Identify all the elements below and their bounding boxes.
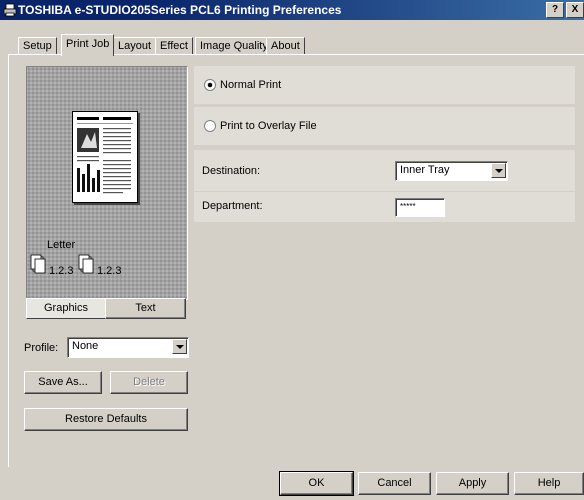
help-button[interactable]: Help	[514, 472, 584, 495]
normal-print-label[interactable]: Normal Print	[220, 79, 281, 91]
tab-setup[interactable]: Setup	[18, 37, 57, 55]
tab-image-quality[interactable]: Image Quality	[195, 37, 273, 55]
collate-icon-2	[77, 253, 99, 278]
destination-value: Inner Tray	[400, 164, 450, 176]
delete-button[interactable]: Delete	[110, 371, 188, 394]
printer-icon	[3, 3, 17, 17]
destination-label: Destination:	[202, 165, 261, 177]
cancel-button[interactable]: Cancel	[358, 472, 431, 495]
graphics-view-button[interactable]: Graphics	[26, 298, 106, 319]
tab-effect[interactable]: Effect	[155, 37, 193, 55]
print-to-overlay-radio[interactable]	[204, 120, 216, 132]
paper-size-label: Letter	[47, 239, 76, 251]
chevron-down-icon[interactable]	[491, 163, 506, 178]
print-to-overlay-label[interactable]: Print to Overlay File	[220, 120, 317, 132]
title-bar[interactable]: TOSHIBA e-STUDIO205Series PCL6 Printing …	[0, 0, 584, 20]
profile-label: Profile:	[24, 342, 59, 354]
department-label: Department:	[202, 200, 263, 212]
tab-layout[interactable]: Layout	[113, 37, 157, 55]
chevron-down-icon[interactable]	[172, 339, 187, 354]
department-input[interactable]: *****	[395, 198, 445, 217]
save-as-button[interactable]: Save As...	[24, 371, 102, 394]
collate-icon	[29, 253, 51, 278]
destination-section: Destination: Inner Tray	[194, 150, 575, 191]
tab-about[interactable]: About	[266, 37, 305, 55]
tab-print-job[interactable]: Print Job	[61, 34, 115, 56]
profile-value: None	[72, 340, 99, 352]
document-thumbnail-icon	[77, 117, 133, 194]
normal-print-section: Normal Print	[194, 66, 575, 104]
close-button[interactable]: X	[566, 2, 584, 18]
window-title: TOSHIBA e-STUDIO205Series PCL6 Printing …	[18, 3, 342, 17]
text-view-button[interactable]: Text	[105, 298, 186, 319]
profile-select[interactable]: None	[67, 337, 189, 358]
copies-label-1: 1.2.3	[49, 265, 74, 277]
page-preview: Letter 1.2.3 1.2.3	[26, 66, 188, 300]
department-section: Department: *****	[194, 192, 575, 222]
apply-button[interactable]: Apply	[436, 472, 509, 495]
destination-select[interactable]: Inner Tray	[395, 161, 508, 181]
overlay-section: Print to Overlay File	[194, 107, 575, 145]
help-title-button[interactable]: ?	[546, 2, 564, 18]
preview-page	[72, 111, 138, 203]
ok-button[interactable]: OK	[279, 471, 354, 496]
normal-print-radio[interactable]	[204, 79, 216, 91]
copies-label-2: 1.2.3	[97, 265, 122, 277]
department-value[interactable]: *****	[400, 202, 416, 211]
restore-defaults-button[interactable]: Restore Defaults	[24, 408, 188, 431]
